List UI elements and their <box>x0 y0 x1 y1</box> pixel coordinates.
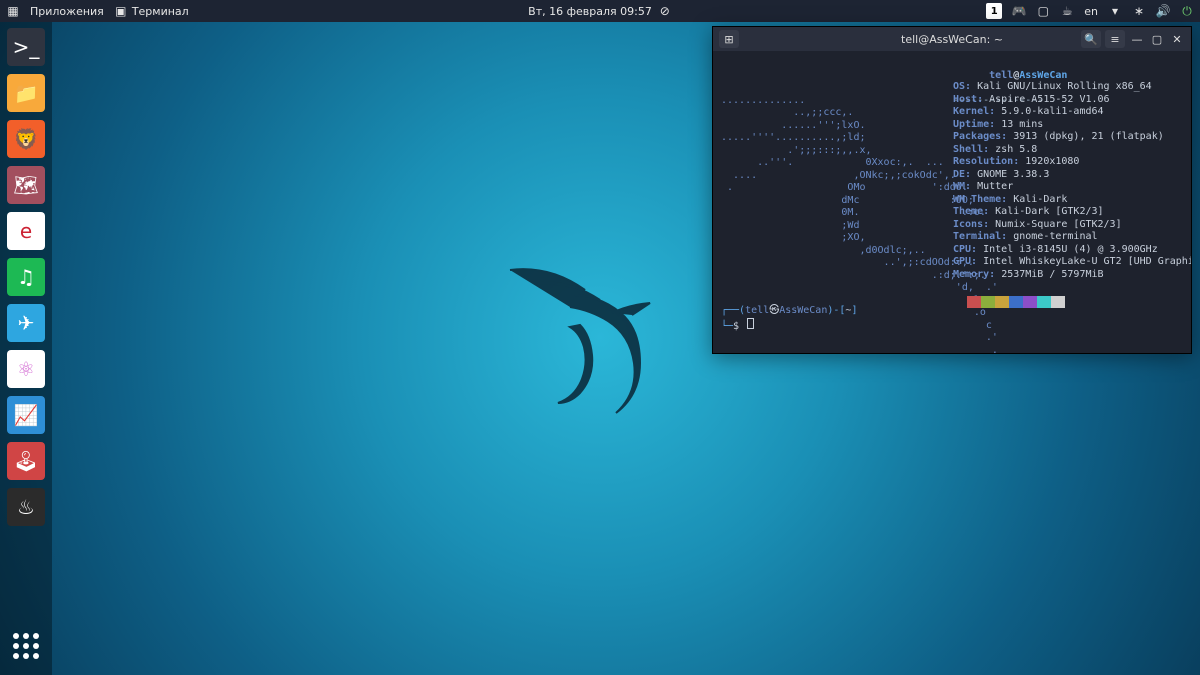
terminal-window: ⊞ tell@AssWeCan: ~ 🔍 ≡ — ▢ ✕ tell@AssWeC… <box>712 26 1192 354</box>
workspace-indicator[interactable]: 1 <box>986 3 1002 19</box>
dock-steam[interactable]: ♨ <box>7 488 45 526</box>
dock-brave[interactable]: 🦁 <box>7 120 45 158</box>
dock-spotify[interactable]: ♫ <box>7 258 45 296</box>
minimize-button[interactable]: — <box>1129 31 1145 47</box>
window-title: tell@AssWeCan: ~ <box>901 33 1003 46</box>
keyboard-layout[interactable]: en <box>1084 5 1098 18</box>
dock-evince[interactable]: e <box>7 212 45 250</box>
menu-button[interactable]: ≡ <box>1105 30 1125 48</box>
gamepad-icon[interactable]: 🎮 <box>1012 4 1026 18</box>
terminal-icon: ▣ <box>114 4 128 18</box>
neofetch-info: OS: Kali GNU/Linux Rolling x86_64 Host: … <box>953 81 1191 281</box>
active-app-indicator[interactable]: ▣ Терминал <box>114 4 189 18</box>
top-bar: ▦ Приложения ▣ Терминал Вт, 16 февраля 0… <box>0 0 1200 22</box>
new-tab-button[interactable]: ⊞ <box>719 30 739 48</box>
close-button[interactable]: ✕ <box>1169 31 1185 47</box>
applications-menu[interactable]: Приложения <box>30 5 104 18</box>
calendar-icon[interactable]: ▢ <box>1036 4 1050 18</box>
power-icon[interactable]: ⏻ <box>1180 4 1194 18</box>
tray-icon[interactable]: ☕ <box>1060 4 1074 18</box>
dock-files[interactable]: 📁 <box>7 74 45 112</box>
activities-icon[interactable]: ▦ <box>6 4 20 18</box>
search-button[interactable]: 🔍 <box>1081 30 1101 48</box>
dnd-icon: ⊘ <box>658 4 672 18</box>
cursor <box>747 318 754 329</box>
shell-prompt: ┌──(tell㉿AssWeCan)-[~] └─$ <box>721 305 857 333</box>
clock[interactable]: Вт, 16 февраля 09:57 <box>528 5 652 18</box>
dock-games[interactable]: 🕹 <box>7 442 45 480</box>
maximize-button[interactable]: ▢ <box>1149 31 1165 47</box>
dock-telegram[interactable]: ✈ <box>7 304 45 342</box>
wifi-icon[interactable]: ▾ <box>1108 4 1122 18</box>
terminal-content[interactable]: tell@AssWeCan --------------- ..........… <box>713 51 1191 353</box>
dock-maps[interactable]: 🗺 <box>7 166 45 204</box>
show-apps-button[interactable] <box>7 627 45 665</box>
bluetooth-icon[interactable]: ∗ <box>1132 4 1146 18</box>
dock-monitor[interactable]: 📈 <box>7 396 45 434</box>
dock-terminal[interactable]: >_ <box>7 28 45 66</box>
volume-icon[interactable]: 🔊 <box>1156 4 1170 18</box>
wallpaper-logo <box>490 255 690 455</box>
color-palette <box>953 296 1065 308</box>
terminal-titlebar[interactable]: ⊞ tell@AssWeCan: ~ 🔍 ≡ — ▢ ✕ <box>713 27 1191 51</box>
dock: >_ 📁 🦁 🗺 e ♫ ✈ ⚛ 📈 🕹 ♨ <box>0 22 52 675</box>
dock-atom[interactable]: ⚛ <box>7 350 45 388</box>
